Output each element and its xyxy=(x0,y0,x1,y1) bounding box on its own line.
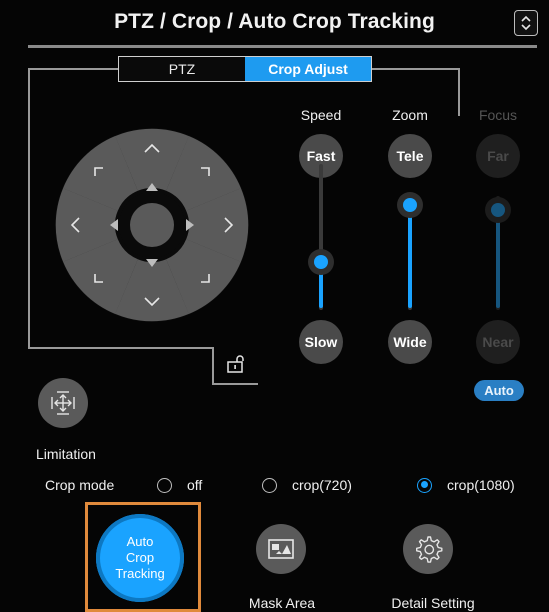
tab-ptz[interactable]: PTZ xyxy=(119,57,245,81)
frame-line xyxy=(28,68,30,348)
tab-bar: PTZ Crop Adjust xyxy=(118,56,372,82)
gear-icon xyxy=(416,536,443,563)
focus-auto-button[interactable]: Auto xyxy=(474,380,524,401)
auto-crop-tracking-button[interactable]: Auto Crop Tracking xyxy=(96,514,184,602)
frame-line xyxy=(212,383,258,385)
panel-title: PTZ / Crop / Auto Crop Tracking xyxy=(114,10,435,33)
frame-line xyxy=(458,68,460,116)
frame-line xyxy=(212,347,214,385)
auto-crop-line: Auto xyxy=(126,534,154,549)
tab-crop-adjust[interactable]: Crop Adjust xyxy=(245,57,371,81)
ptz-panel: PTZ / Crop / Auto Crop Tracking PTZ Crop… xyxy=(0,0,549,612)
speed-slider-handle[interactable] xyxy=(308,248,334,275)
limitation-label: Limitation xyxy=(36,446,96,462)
mask-area-label: Mask Area xyxy=(248,595,316,611)
radio-circle xyxy=(157,477,172,493)
crop-mode-1080-radio[interactable]: crop(1080) xyxy=(417,475,515,495)
radio-label: off xyxy=(187,477,203,493)
frame-line xyxy=(28,68,118,70)
limitation-button[interactable] xyxy=(38,378,88,428)
detail-setting-label: Detail Setting xyxy=(391,595,475,611)
speed-slow-button[interactable]: Slow xyxy=(299,320,343,364)
crop-mode-off-radio[interactable]: off xyxy=(157,475,202,495)
mask-area-button[interactable] xyxy=(256,524,306,574)
crop-mode-720-radio[interactable]: crop(720) xyxy=(262,475,352,495)
lock-icon[interactable] xyxy=(226,355,246,373)
frame-line xyxy=(372,68,460,70)
zoom-tele-button[interactable]: Tele xyxy=(388,134,432,178)
radio-circle xyxy=(262,477,277,493)
auto-crop-line: Tracking xyxy=(115,566,165,581)
zoom-slider-fill xyxy=(408,205,412,308)
focus-near-button[interactable]: Near xyxy=(476,320,520,364)
radio-circle xyxy=(417,477,432,493)
zoom-label: Zoom xyxy=(392,107,428,123)
focus-far-button[interactable]: Far xyxy=(476,134,520,178)
limitation-icon xyxy=(51,391,75,415)
radio-label: crop(1080) xyxy=(447,477,515,493)
panel-menu-button[interactable] xyxy=(514,10,538,36)
zoom-wide-button[interactable]: Wide xyxy=(388,320,432,364)
focus-slider-fill xyxy=(496,210,500,308)
auto-crop-line: Crop xyxy=(125,550,155,565)
direction-pad xyxy=(42,115,262,335)
detail-setting-button[interactable] xyxy=(403,524,453,574)
speed-label: Speed xyxy=(300,107,342,123)
frame-line xyxy=(28,347,214,349)
focus-label: Focus xyxy=(478,107,518,123)
pad-center-button[interactable] xyxy=(130,203,174,247)
zoom-slider-handle[interactable] xyxy=(397,192,423,218)
radio-label: crop(720) xyxy=(292,477,352,493)
header-divider xyxy=(28,45,537,48)
crop-mode-label: Crop mode xyxy=(45,477,115,493)
focus-slider-handle[interactable] xyxy=(485,197,511,224)
mask-area-icon xyxy=(268,539,294,559)
up-down-chevron-icon xyxy=(521,15,531,31)
